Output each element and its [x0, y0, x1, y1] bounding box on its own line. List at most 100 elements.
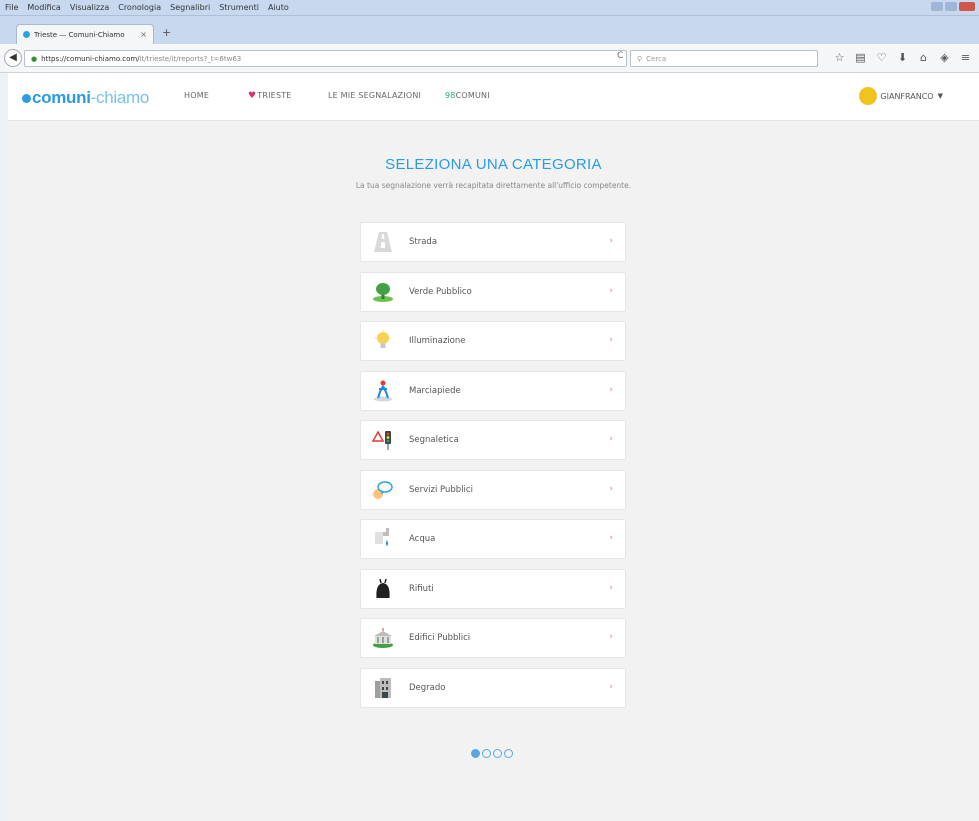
category-label: Verde Pubblico: [409, 286, 472, 297]
chevron-right-icon: ›: [609, 533, 613, 543]
chevron-right-icon: ›: [609, 434, 613, 444]
category-label: Degrado: [409, 682, 446, 693]
user-name: GIANFRANCO: [880, 91, 934, 101]
url-host: https://comuni-chiamo.com/: [41, 54, 140, 63]
category-item-illuminazione[interactable]: Illuminazione ›: [360, 321, 626, 361]
degraded-building-icon: [372, 677, 394, 699]
trash-bag-icon: [372, 578, 394, 600]
star-icon[interactable]: ☆: [829, 51, 850, 64]
page-subtitle: La tua segnalazione verrà recapitata dir…: [355, 181, 632, 190]
logo-dot-icon: [22, 94, 31, 103]
home-icon[interactable]: ⌂: [913, 51, 934, 64]
category-item-marciapiede[interactable]: Marciapiede ›: [360, 370, 626, 411]
url-bar[interactable]: ● https://comuni-chiamo.com/ it/trieste/…: [24, 50, 627, 67]
chevron-right-icon: ›: [609, 632, 613, 642]
category-list: Strada › Verde Pubblico › Illuminazione …: [360, 222, 626, 717]
tab-close-icon[interactable]: ×: [140, 30, 147, 39]
download-icon[interactable]: ⬇: [892, 51, 913, 64]
category-item-strada[interactable]: Strada ›: [360, 222, 626, 262]
nav-home[interactable]: HOME: [184, 91, 209, 100]
search-icon: ⚲: [637, 54, 643, 63]
addon-icon[interactable]: ◈: [934, 51, 955, 64]
chevron-right-icon: ›: [609, 285, 613, 296]
chevron-right-icon: ›: [609, 236, 613, 246]
category-label: Illuminazione: [409, 336, 466, 346]
nav-city-label: TRIESTE: [257, 91, 292, 100]
category-item-acqua[interactable]: Acqua ›: [360, 519, 626, 559]
menu-icon[interactable]: ≡: [955, 51, 976, 64]
tab-title: Trieste — Comuni-Chiamo: [34, 30, 125, 39]
site-logo[interactable]: comuni-chiamo: [22, 88, 149, 108]
logo-text-bold: comuni: [32, 88, 91, 107]
nav-city[interactable]: ♥TRIESTE: [248, 91, 292, 101]
web-page: comuni-chiamo HOME ♥TRIESTE LE MIE SEGNA…: [8, 73, 979, 821]
chevron-right-icon: ›: [609, 384, 613, 395]
user-menu[interactable]: GIANFRANCO ▼: [859, 87, 943, 105]
tab-strip: Trieste — Comuni-Chiamo × +: [0, 16, 979, 44]
category-label: Acqua: [409, 534, 436, 544]
category-item-segnaletica[interactable]: Segnaletica ›: [360, 420, 626, 460]
search-placeholder: Cerca: [646, 54, 667, 63]
tree-icon: [372, 281, 394, 303]
category-label: Segnaletica: [409, 435, 459, 445]
traffic-light-icon: [372, 429, 394, 451]
maximize-button[interactable]: [945, 2, 957, 11]
menu-strumenti[interactable]: Strumenti: [219, 3, 259, 12]
pedestrian-icon: [372, 380, 394, 402]
category-item-edifici-pubblici[interactable]: Edifici Pubblici ›: [360, 618, 626, 658]
heart-icon: ♥: [248, 91, 257, 101]
pagination-dot-3[interactable]: [493, 749, 502, 758]
nav-comuni-count: 98: [445, 91, 456, 100]
minimize-button[interactable]: [931, 2, 943, 11]
chevron-down-icon: ▼: [937, 92, 943, 100]
window-controls: [931, 2, 975, 11]
back-button[interactable]: ◀: [4, 49, 22, 67]
menu-file[interactable]: File: [5, 3, 18, 12]
category-item-degrado[interactable]: Degrado ›: [360, 667, 626, 708]
building-icon: [372, 627, 394, 649]
category-label: Marciapiede: [409, 385, 461, 396]
lock-icon: ●: [31, 54, 38, 63]
avatar: [859, 87, 878, 105]
nav-comuni[interactable]: 98COMUNI: [445, 91, 490, 100]
category-label: Strada: [409, 237, 438, 247]
lightbulb-icon: [372, 330, 394, 352]
category-item-servizi-pubblici[interactable]: Servizi Pubblici ›: [360, 469, 626, 510]
pagination-dots: [471, 749, 513, 758]
chevron-right-icon: ›: [609, 335, 613, 345]
page-title: SELEZIONA UNA CATEGORIA: [385, 156, 602, 173]
pagination-dot-1[interactable]: [471, 749, 480, 758]
url-path: it/trieste/it/reports?_t=6tw63: [139, 54, 242, 63]
reload-button[interactable]: C: [617, 51, 623, 61]
site-header: comuni-chiamo HOME ♥TRIESTE LE MIE SEGNA…: [8, 73, 979, 121]
pocket-icon[interactable]: ♡: [871, 51, 892, 64]
menu-segnalibri[interactable]: Segnalibri: [170, 3, 210, 12]
water-tap-icon: [372, 528, 394, 550]
menu-modifica[interactable]: Modifica: [27, 3, 60, 12]
navigation-bar: ◀ ● https://comuni-chiamo.com/ it/triest…: [0, 44, 979, 73]
tab-trieste[interactable]: Trieste — Comuni-Chiamo ×: [16, 24, 154, 44]
pagination-dot-2[interactable]: [482, 749, 491, 758]
new-tab-button[interactable]: +: [162, 26, 171, 39]
category-item-verde-pubblico[interactable]: Verde Pubblico ›: [360, 271, 626, 312]
chevron-right-icon: ›: [609, 483, 613, 494]
menu-visualizza[interactable]: Visualizza: [70, 3, 109, 12]
favicon-icon: [23, 31, 30, 38]
menu-bar: File Modifica Visualizza Cronologia Segn…: [0, 0, 979, 16]
speech-bubble-icon: [372, 479, 394, 501]
menu-cronologia[interactable]: Cronologia: [118, 3, 161, 12]
chevron-right-icon: ›: [609, 582, 613, 593]
category-label: Rifiuti: [409, 583, 434, 594]
close-window-button[interactable]: [959, 2, 975, 11]
logo-text-light: chiamo: [96, 88, 150, 107]
reading-list-icon[interactable]: ▤: [850, 51, 871, 64]
nav-comuni-label: COMUNI: [455, 91, 490, 100]
search-input[interactable]: ⚲ Cerca: [630, 50, 818, 67]
category-label: Edifici Pubblici: [409, 633, 471, 643]
pagination-dot-4[interactable]: [504, 749, 513, 758]
toolbar-icons: ☆ ▤ ♡ ⬇ ⌂ ◈ ≡: [829, 51, 976, 64]
menu-aiuto[interactable]: Aiuto: [268, 3, 289, 12]
nav-my-reports[interactable]: LE MIE SEGNALAZIONI: [328, 91, 421, 100]
category-item-rifiuti[interactable]: Rifiuti ›: [360, 568, 626, 609]
browser-window: File Modifica Visualizza Cronologia Segn…: [0, 0, 979, 821]
